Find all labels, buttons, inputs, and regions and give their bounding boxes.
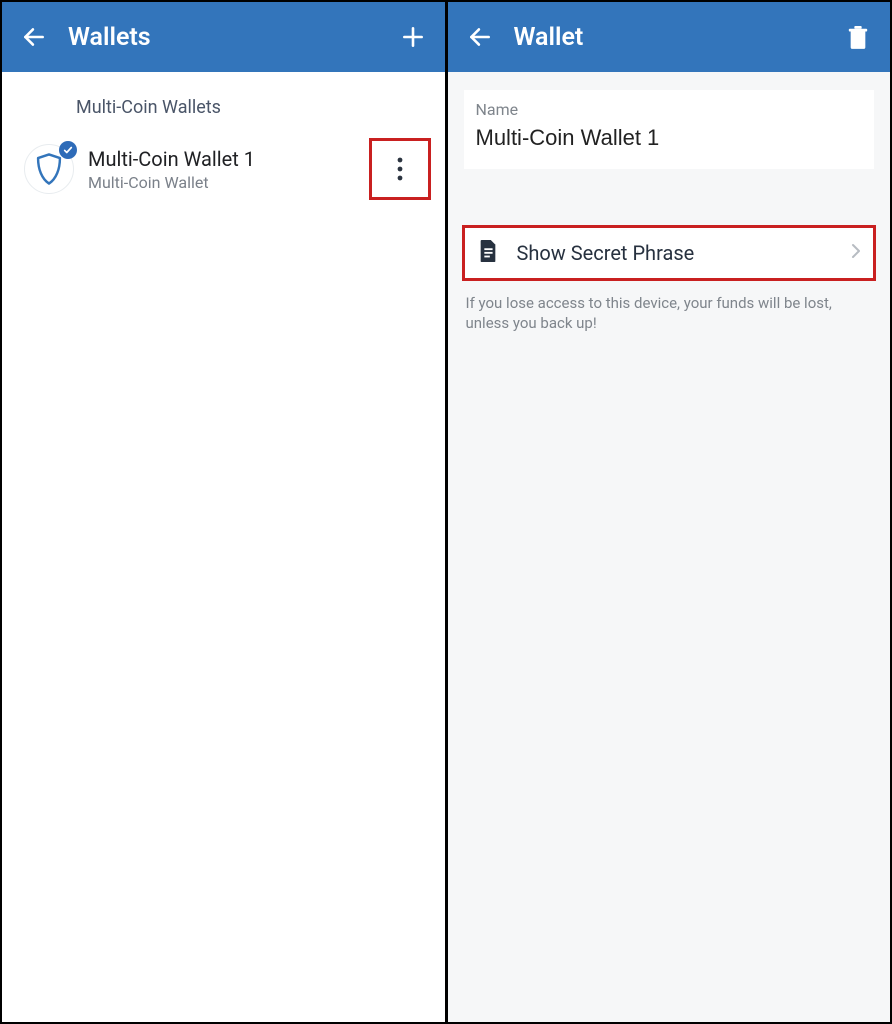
show-secret-phrase-button[interactable]: Show Secret Phrase (462, 225, 877, 281)
spacer (448, 175, 891, 225)
wallets-title: Wallets (68, 23, 399, 52)
check-badge-icon (59, 141, 77, 159)
document-icon (477, 239, 499, 267)
name-field-block: Name (464, 90, 875, 169)
wallets-header: Wallets (2, 2, 445, 72)
secret-phrase-note: If you lose access to this device, your … (448, 281, 891, 334)
wallet-header: Wallet (448, 2, 891, 72)
secret-phrase-label: Show Secret Phrase (517, 241, 852, 265)
back-icon[interactable] (466, 23, 494, 51)
wallet-name-input[interactable] (476, 125, 863, 151)
more-button[interactable] (369, 138, 431, 200)
wallet-body: Name Show Secret Phrase If you lose acce… (448, 72, 891, 1022)
wallet-row[interactable]: Multi-Coin Wallet 1 Multi-Coin Wallet (2, 134, 445, 204)
wallet-subtitle: Multi-Coin Wallet (88, 173, 369, 192)
back-icon[interactable] (20, 23, 48, 51)
chevron-right-icon (851, 243, 861, 263)
section-label: Multi-Coin Wallets (2, 72, 445, 134)
wallet-shield-icon (24, 144, 74, 194)
wallet-texts: Multi-Coin Wallet 1 Multi-Coin Wallet (88, 147, 369, 192)
wallets-body: Multi-Coin Wallets Multi-Coin Wallet 1 M… (2, 72, 445, 1022)
add-icon[interactable] (399, 23, 427, 51)
wallet-detail-screen: Wallet Name Show Secret Phrase If you lo… (445, 2, 891, 1022)
more-vertical-icon (397, 156, 403, 182)
wallets-screen: Wallets Multi-Coin Wallets Multi-Coin Wa… (2, 2, 445, 1022)
name-label: Name (476, 100, 863, 119)
wallet-title: Wallet (514, 23, 845, 52)
wallet-name: Multi-Coin Wallet 1 (88, 147, 369, 171)
delete-icon[interactable] (844, 23, 872, 51)
